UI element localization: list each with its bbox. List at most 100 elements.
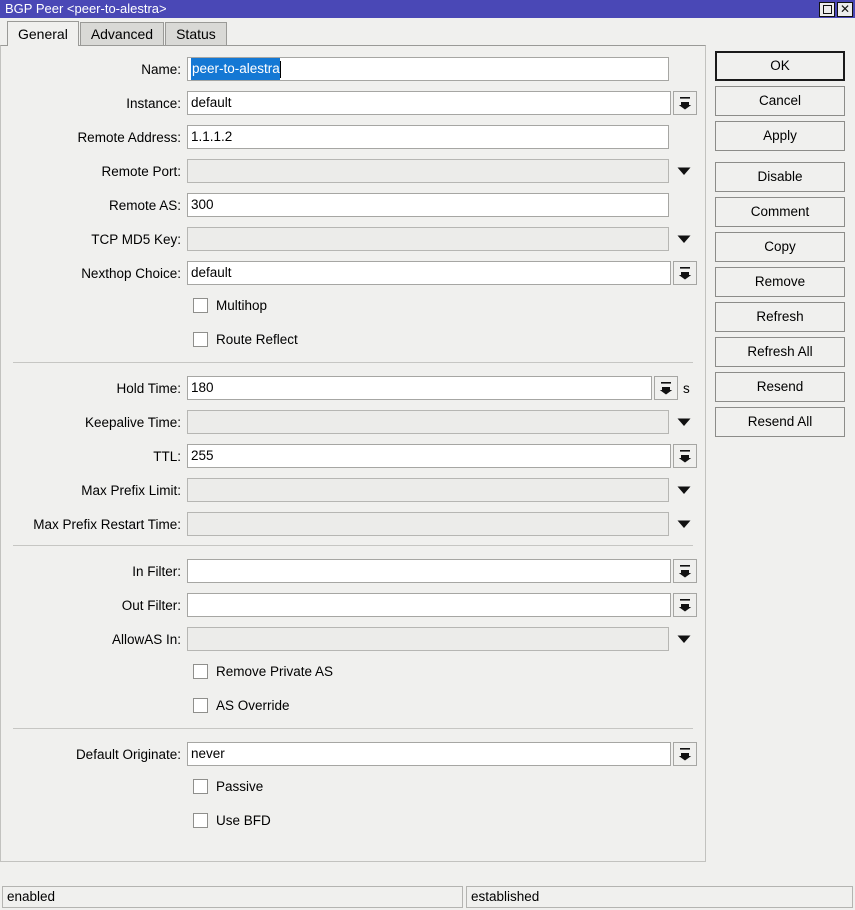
checkbox-label-as-override: AS Override bbox=[208, 698, 290, 713]
spinner-dropdown-icon-instance[interactable] bbox=[673, 91, 697, 115]
spinner-dropdown-icon-default-originate[interactable] bbox=[673, 742, 697, 766]
checkbox-label-remove-private-as: Remove Private AS bbox=[208, 664, 333, 679]
field-value: never bbox=[191, 743, 225, 765]
checkbox-route-reflect[interactable] bbox=[193, 332, 208, 347]
form-row-ttl: TTL:255 bbox=[1, 443, 705, 469]
label-max-prefix-restart-time: Max Prefix Restart Time: bbox=[1, 517, 187, 532]
restore-button[interactable] bbox=[819, 2, 835, 17]
action-button-column: OK Cancel Apply Disable Comment Copy Remove Ref… bbox=[706, 46, 846, 442]
label-remote-as: Remote AS: bbox=[1, 198, 187, 213]
checkbox-row-multihop[interactable]: Multihop bbox=[1, 294, 705, 316]
status-session-state: established bbox=[466, 886, 853, 908]
checkbox-use-bfd[interactable] bbox=[193, 813, 208, 828]
field-value: 180 bbox=[191, 377, 214, 399]
input-remote-address[interactable]: 1.1.1.2 bbox=[187, 125, 669, 149]
label-in-filter: In Filter: bbox=[1, 564, 187, 579]
checkbox-row-use-bfd[interactable]: Use BFD bbox=[1, 809, 705, 831]
field-value: default bbox=[191, 92, 232, 114]
ok-button[interactable]: OK bbox=[715, 51, 845, 81]
input-nexthop-choice[interactable]: default bbox=[187, 261, 671, 285]
spinner-dropdown-icon-in-filter[interactable] bbox=[673, 559, 697, 583]
form-row-keepalive-time: Keepalive Time: bbox=[1, 409, 705, 435]
status-enabled: enabled bbox=[2, 886, 463, 908]
form-row-default-originate: Default Originate:never bbox=[1, 741, 705, 767]
input-default-originate[interactable]: never bbox=[187, 742, 671, 766]
checkbox-row-remove-private-as[interactable]: Remove Private AS bbox=[1, 660, 705, 682]
cancel-button[interactable]: Cancel bbox=[715, 86, 845, 116]
window-controls: ✕ bbox=[819, 2, 853, 17]
form-row-max-prefix-restart-time: Max Prefix Restart Time: bbox=[1, 511, 705, 537]
title-bar[interactable]: BGP Peer <peer-to-alestra> ✕ bbox=[0, 0, 855, 18]
checkbox-passive[interactable] bbox=[193, 779, 208, 794]
checkbox-as-override[interactable] bbox=[193, 698, 208, 713]
form-row-remote-address: Remote Address:1.1.1.2 bbox=[1, 124, 705, 150]
spinner-dropdown-icon-nexthop-choice[interactable] bbox=[673, 261, 697, 285]
chevron-down-icon-keepalive-time bbox=[671, 410, 697, 434]
input-out-filter[interactable] bbox=[187, 593, 671, 617]
disable-button[interactable]: Disable bbox=[715, 162, 845, 192]
comment-button[interactable]: Comment bbox=[715, 197, 845, 227]
tab-advanced[interactable]: Advanced bbox=[80, 22, 164, 46]
form-row-instance: Instance: default bbox=[1, 90, 705, 116]
copy-button[interactable]: Copy bbox=[715, 232, 845, 262]
tab-general[interactable]: General bbox=[7, 21, 79, 46]
form-row-remote-as: Remote AS: 300 bbox=[1, 192, 705, 218]
input-keepalive-time bbox=[187, 410, 669, 434]
input-instance[interactable]: default bbox=[187, 91, 671, 115]
resend-button[interactable]: Resend bbox=[715, 372, 845, 402]
unit-hold-time: s bbox=[678, 381, 697, 396]
label-instance: Instance: bbox=[1, 96, 187, 111]
spinner-dropdown-icon-hold-time[interactable] bbox=[654, 376, 678, 400]
tab-strip: GeneralAdvancedStatus bbox=[0, 18, 855, 46]
tab-status[interactable]: Status bbox=[165, 22, 227, 46]
checkbox-row-passive[interactable]: Passive bbox=[1, 775, 705, 797]
refresh-button[interactable]: Refresh bbox=[715, 302, 845, 332]
input-allowas-in bbox=[187, 627, 669, 651]
field-value: default bbox=[191, 262, 232, 284]
label-nexthop-choice: Nexthop Choice: bbox=[1, 266, 187, 281]
input-in-filter[interactable] bbox=[187, 559, 671, 583]
checkbox-row-route-reflect[interactable]: Route Reflect bbox=[1, 328, 705, 350]
checkbox-label-passive: Passive bbox=[208, 779, 263, 794]
chevron-down-icon-max-prefix-restart-time bbox=[671, 512, 697, 536]
apply-button[interactable]: Apply bbox=[715, 121, 845, 151]
form-row-tcp-md5-key: TCP MD5 Key: bbox=[1, 226, 705, 252]
close-button[interactable]: ✕ bbox=[837, 2, 853, 17]
input-ttl[interactable]: 255 bbox=[187, 444, 671, 468]
label-allowas-in: AllowAS In: bbox=[1, 632, 187, 647]
text-caret bbox=[280, 61, 281, 78]
chevron-down-icon-max-prefix-limit bbox=[671, 478, 697, 502]
remove-button[interactable]: Remove bbox=[715, 267, 845, 297]
checkbox-label-multihop: Multihop bbox=[208, 298, 267, 313]
field-value: 300 bbox=[191, 194, 214, 216]
refresh-all-button[interactable]: Refresh All bbox=[715, 337, 845, 367]
spinner-dropdown-icon-out-filter[interactable] bbox=[673, 593, 697, 617]
chevron-down-icon-remote-port bbox=[671, 159, 697, 183]
window-title: BGP Peer <peer-to-alestra> bbox=[5, 0, 819, 18]
chevron-down-icon-allowas-in bbox=[671, 627, 697, 651]
spinner-dropdown-icon-ttl[interactable] bbox=[673, 444, 697, 468]
input-hold-time[interactable]: 180 bbox=[187, 376, 652, 400]
form-row-remote-port: Remote Port: bbox=[1, 158, 705, 184]
resend-all-button[interactable]: Resend All bbox=[715, 407, 845, 437]
close-icon: ✕ bbox=[840, 3, 850, 15]
input-remote-as[interactable]: 300 bbox=[187, 193, 669, 217]
form-row-max-prefix-limit: Max Prefix Limit: bbox=[1, 477, 705, 503]
label-ttl: TTL: bbox=[1, 449, 187, 464]
checkbox-remove-private-as[interactable] bbox=[193, 664, 208, 679]
chevron-down-icon-tcp-md5-key bbox=[671, 227, 697, 251]
section-separator bbox=[13, 545, 693, 546]
checkbox-multihop[interactable] bbox=[193, 298, 208, 313]
label-out-filter: Out Filter: bbox=[1, 598, 187, 613]
top-spacer bbox=[1, 46, 705, 56]
form-row-hold-time: Hold Time:180s bbox=[1, 375, 705, 401]
checkbox-row-as-override[interactable]: AS Override bbox=[1, 694, 705, 716]
field-value: 1.1.1.2 bbox=[191, 126, 232, 148]
input-name[interactable]: peer-to-alestra bbox=[187, 57, 669, 81]
restore-icon bbox=[823, 5, 832, 14]
label-tcp-md5-key: TCP MD5 Key: bbox=[1, 232, 187, 247]
status-bar: enabled established bbox=[0, 886, 855, 910]
label-name: Name: bbox=[1, 62, 187, 77]
form-row-out-filter: Out Filter: bbox=[1, 592, 705, 618]
label-keepalive-time: Keepalive Time: bbox=[1, 415, 187, 430]
